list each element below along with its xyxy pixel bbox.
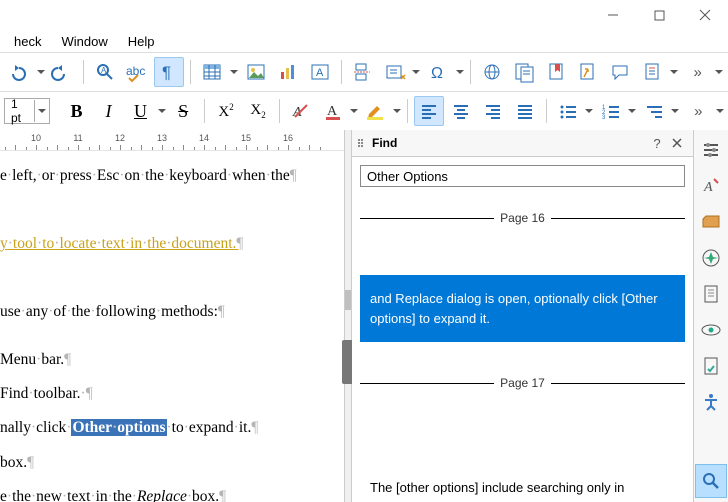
superscript-button[interactable]: X2 [211, 96, 241, 126]
sidebar-gallery-button[interactable] [696, 206, 726, 238]
sidebar-navigator-button[interactable] [696, 242, 726, 274]
fontsize-combo[interactable]: 1 pt [4, 98, 50, 124]
toolbar2-overflow-button[interactable]: » [683, 96, 713, 126]
find-search-input[interactable] [360, 165, 685, 187]
horizontal-ruler[interactable]: 910111213141516 [0, 130, 344, 151]
fontcolor-button[interactable]: A [318, 96, 348, 126]
panel-grip[interactable] [342, 340, 352, 384]
number-list-dropdown[interactable] [628, 109, 637, 113]
highlight-button[interactable] [361, 96, 391, 126]
highlight-dropdown[interactable] [393, 109, 402, 113]
window-maximize-button[interactable] [636, 0, 682, 30]
window-minimize-button[interactable] [590, 0, 636, 30]
crossref-button[interactable] [573, 57, 603, 87]
svg-text:A: A [316, 67, 324, 79]
insert-textbox-button[interactable]: A [305, 57, 335, 87]
scrollbar-thumb[interactable] [345, 290, 351, 310]
sidebar-accessibility-button[interactable] [696, 386, 726, 418]
trackchanges-button[interactable] [637, 57, 667, 87]
bullet-list-dropdown[interactable] [585, 109, 594, 113]
hyperlink-button[interactable] [477, 57, 507, 87]
find-close-button[interactable] [667, 133, 687, 153]
find-panel: Find ? Page 16 and Replace dialog is ope… [351, 130, 693, 502]
insert-symbol-button[interactable]: Ω [423, 57, 453, 87]
menubar: heck Window Help [0, 30, 728, 52]
findreplace-button[interactable]: A [90, 57, 120, 87]
italic-button[interactable]: I [93, 96, 123, 126]
sidebar-find-button[interactable] [695, 464, 727, 498]
insert-pagebreak-button[interactable] [348, 57, 378, 87]
splitter[interactable] [345, 130, 351, 502]
undo-dropdown[interactable] [36, 70, 45, 74]
sidebar-deck: A [693, 130, 728, 502]
menu-help[interactable]: Help [118, 32, 165, 51]
underline-button[interactable]: U [125, 96, 155, 126]
formatting-marks-button[interactable]: ¶ [154, 57, 184, 87]
find-panel-title: Find [372, 136, 647, 150]
insert-chart-button[interactable] [273, 57, 303, 87]
find-help-button[interactable]: ? [647, 133, 667, 153]
bullet-list-button[interactable] [553, 96, 583, 126]
sidebar-properties-button[interactable] [696, 134, 726, 166]
window-close-button[interactable] [682, 0, 728, 30]
page-separator-16: Page 16 [360, 211, 685, 225]
toolbar-options-dropdown[interactable] [715, 70, 724, 74]
svg-text:Ω: Ω [431, 65, 443, 82]
toolbar-formatting: 1 pt B I U S X2 X2 A A 123 » [0, 91, 728, 130]
redo-button[interactable] [47, 57, 77, 87]
bold-button[interactable]: B [61, 96, 91, 126]
comment-button[interactable] [605, 57, 635, 87]
window-titlebar [0, 0, 728, 30]
undo-button[interactable] [4, 57, 34, 87]
subscript-button[interactable]: X2 [243, 96, 273, 126]
insert-image-button[interactable] [241, 57, 271, 87]
footnote-button[interactable] [509, 57, 539, 87]
align-right-button[interactable] [478, 96, 508, 126]
find-result-selected[interactable]: and Replace dialog is open, optionally c… [360, 275, 685, 342]
svg-text:A: A [703, 180, 713, 195]
svg-text:3: 3 [602, 115, 606, 121]
insert-table-button[interactable] [197, 57, 227, 87]
insert-field-button[interactable] [380, 57, 410, 87]
outline-list-dropdown[interactable] [671, 109, 680, 113]
spellcheck-button[interactable]: abc [122, 57, 152, 87]
clearformat-button[interactable]: A [286, 96, 316, 126]
menu-check[interactable]: heck [4, 32, 51, 51]
svg-text:¶: ¶ [162, 63, 171, 82]
svg-text:A: A [327, 104, 338, 119]
toolbar2-options-dropdown[interactable] [715, 109, 724, 113]
fontcolor-dropdown[interactable] [350, 109, 359, 113]
number-list-button[interactable]: 123 [596, 96, 626, 126]
outline-list-button[interactable] [639, 96, 669, 126]
toolbar-overflow-button[interactable]: » [683, 57, 713, 87]
strikethrough-button[interactable]: S [168, 96, 198, 126]
svg-text:A: A [101, 66, 107, 75]
insert-symbol-dropdown[interactable] [455, 70, 464, 74]
insert-field-dropdown[interactable] [412, 70, 421, 74]
insert-table-dropdown[interactable] [229, 70, 238, 74]
sidebar-page-button[interactable] [696, 278, 726, 310]
trackchanges-dropdown[interactable] [669, 70, 678, 74]
align-center-button[interactable] [446, 96, 476, 126]
sidebar-manage-changes-button[interactable] [696, 350, 726, 382]
align-justify-button[interactable] [510, 96, 540, 126]
menu-window[interactable]: Window [51, 32, 117, 51]
page-separator-17: Page 17 [360, 376, 685, 390]
find-result[interactable]: The [other options] include searching on… [360, 464, 685, 502]
underline-dropdown[interactable] [157, 109, 166, 113]
find-panel-header: Find ? [352, 130, 693, 157]
toolbar-standard: A abc ¶ A Ω » [0, 52, 728, 91]
document-page[interactable]: e·left,·or·press·Esc·on·the·keyboard·whe… [0, 151, 344, 502]
sidebar-styles-button[interactable]: A [696, 170, 726, 202]
align-left-button[interactable] [414, 96, 444, 126]
svg-text:abc: abc [126, 64, 145, 78]
grip-icon [358, 139, 366, 147]
sidebar-styleinspector-button[interactable] [696, 314, 726, 346]
document-area: 910111213141516 e·left,·or·press·Esc·on·… [0, 130, 345, 502]
bookmark-button[interactable] [541, 57, 571, 87]
